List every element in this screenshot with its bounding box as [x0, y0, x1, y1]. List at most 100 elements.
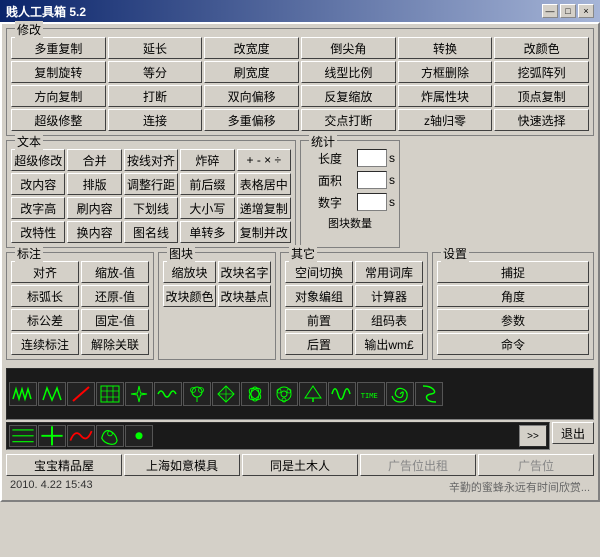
modify-btn-4[interactable]: 转换 — [398, 37, 493, 59]
text-btn-3[interactable]: 炸碎 — [180, 149, 234, 171]
toolbar-icon-11[interactable] — [328, 382, 356, 406]
text-btn-5[interactable]: 改内容 — [11, 173, 65, 195]
text-btn-11[interactable]: 刷内容 — [67, 197, 121, 219]
toolbar-icon-1[interactable] — [38, 382, 66, 406]
toolbar2-icon-3[interactable] — [96, 425, 124, 447]
toolbar-icon-12[interactable]: TIME — [357, 382, 385, 406]
toolbar-icon-0[interactable] — [9, 382, 37, 406]
toolbar-icon-7[interactable] — [212, 382, 240, 406]
modify-btn-11[interactable]: 挖弧阵列 — [494, 61, 589, 83]
mark-btn-5[interactable]: 固定-值 — [81, 309, 149, 331]
text-btn-17[interactable]: 图名线 — [124, 221, 178, 243]
bottom-bar-btn-3[interactable]: 广告位出租 — [360, 454, 476, 476]
modify-btn-5[interactable]: 改颜色 — [494, 37, 589, 59]
text-btn-19[interactable]: 复制并改 — [237, 221, 291, 243]
modify-btn-17[interactable]: 顶点复制 — [494, 85, 589, 107]
modify-btn-20[interactable]: 多重偏移 — [204, 109, 299, 131]
modify-btn-10[interactable]: 方框删除 — [398, 61, 493, 83]
toolbar2-icon-4[interactable] — [125, 425, 153, 447]
settings-btn-0[interactable]: 捕捉 — [437, 261, 589, 283]
other-btn-4[interactable]: 前置 — [285, 309, 353, 331]
toolbar-icon-9[interactable] — [270, 382, 298, 406]
maximize-button[interactable]: □ — [560, 4, 576, 18]
mark-btn-0[interactable]: 对齐 — [11, 261, 79, 283]
modify-btn-2[interactable]: 改宽度 — [204, 37, 299, 59]
modify-btn-14[interactable]: 双向偏移 — [204, 85, 299, 107]
text-btn-18[interactable]: 单转多 — [180, 221, 234, 243]
modify-btn-7[interactable]: 等分 — [108, 61, 203, 83]
toolbar-icon-5[interactable] — [154, 382, 182, 406]
bottom-bar-btn-2[interactable]: 同是土木人 — [242, 454, 358, 476]
mark-btn-4[interactable]: 标公差 — [11, 309, 79, 331]
text-btn-12[interactable]: 下划线 — [124, 197, 178, 219]
mark-btn-3[interactable]: 还原-值 — [81, 285, 149, 307]
toolbar-icon-6[interactable] — [183, 382, 211, 406]
stat-input-2[interactable] — [357, 193, 387, 211]
other-btn-2[interactable]: 对象编组 — [285, 285, 353, 307]
block-btn-0[interactable]: 缩放块 — [163, 261, 216, 283]
toolbar-forward-button[interactable]: >> — [519, 425, 547, 447]
bottom-bar-btn-1[interactable]: 上海如意模具 — [124, 454, 240, 476]
stat-input-0[interactable] — [357, 149, 387, 167]
toolbar-icon-10[interactable] — [299, 382, 327, 406]
toolbar-icon-2[interactable] — [67, 382, 95, 406]
modify-btn-15[interactable]: 反复缩放 — [301, 85, 396, 107]
modify-btn-16[interactable]: 炸属性块 — [398, 85, 493, 107]
text-btn-7[interactable]: 调整行距 — [124, 173, 178, 195]
text-btn-16[interactable]: 换内容 — [67, 221, 121, 243]
mark-btn-1[interactable]: 缩放-值 — [81, 261, 149, 283]
mark-btn-6[interactable]: 连续标注 — [11, 333, 79, 355]
modify-btn-6[interactable]: 复制旋转 — [11, 61, 106, 83]
toolbar-icon-3[interactable] — [96, 382, 124, 406]
mark-btn-7[interactable]: 解除关联 — [81, 333, 149, 355]
mark-btn-2[interactable]: 标弧长 — [11, 285, 79, 307]
other-btn-1[interactable]: 常用词库 — [355, 261, 423, 283]
exit-button[interactable]: 退出 — [552, 422, 594, 444]
other-btn-6[interactable]: 后置 — [285, 333, 353, 355]
text-btn-2[interactable]: 按线对齐 — [124, 149, 178, 171]
text-btn-15[interactable]: 改特性 — [11, 221, 65, 243]
other-btn-5[interactable]: 组码表 — [355, 309, 423, 331]
minimize-button[interactable]: — — [542, 4, 558, 18]
text-btn-13[interactable]: 大小写 — [180, 197, 234, 219]
text-btn-0[interactable]: 超级修改 — [11, 149, 65, 171]
toolbar2-icon-2[interactable] — [67, 425, 95, 447]
modify-btn-9[interactable]: 线型比例 — [301, 61, 396, 83]
modify-btn-18[interactable]: 超级修整 — [11, 109, 106, 131]
modify-btn-21[interactable]: 交点打断 — [301, 109, 396, 131]
text-btn-6[interactable]: 排版 — [67, 173, 121, 195]
toolbar2-icon-1[interactable] — [38, 425, 66, 447]
modify-btn-1[interactable]: 延长 — [108, 37, 203, 59]
settings-btn-3[interactable]: 命令 — [437, 333, 589, 355]
settings-btn-2[interactable]: 参数 — [437, 309, 589, 331]
text-btn-9[interactable]: 表格居中 — [237, 173, 291, 195]
stat-input-1[interactable] — [357, 171, 387, 189]
close-button[interactable]: × — [578, 4, 594, 18]
text-btn-8[interactable]: 前后缀 — [180, 173, 234, 195]
toolbar-icon-8[interactable] — [241, 382, 269, 406]
modify-btn-22[interactable]: z轴归零 — [398, 109, 493, 131]
modify-btn-3[interactable]: 倒尖角 — [301, 37, 396, 59]
modify-btn-12[interactable]: 方向复制 — [11, 85, 106, 107]
text-btn-10[interactable]: 改字高 — [11, 197, 65, 219]
other-btn-7[interactable]: 输出wm£ — [355, 333, 423, 355]
block-btn-2[interactable]: 改块颜色 — [163, 285, 216, 307]
other-btn-0[interactable]: 空间切换 — [285, 261, 353, 283]
modify-btn-19[interactable]: 连接 — [108, 109, 203, 131]
settings-btn-1[interactable]: 角度 — [437, 285, 589, 307]
modify-btn-8[interactable]: 刷宽度 — [204, 61, 299, 83]
toolbar-icon-14[interactable] — [415, 382, 443, 406]
toolbar2-icon-0[interactable] — [9, 425, 37, 447]
block-btn-1[interactable]: 改块名字 — [218, 261, 271, 283]
text-btn-4[interactable]: + - × ÷ — [237, 149, 291, 171]
modify-btn-0[interactable]: 多重复制 — [11, 37, 106, 59]
bottom-bar-btn-0[interactable]: 宝宝精品屋 — [6, 454, 122, 476]
modify-btn-23[interactable]: 快速选择 — [494, 109, 589, 131]
block-btn-3[interactable]: 改块基点 — [218, 285, 271, 307]
toolbar-icon-4[interactable] — [125, 382, 153, 406]
text-btn-1[interactable]: 合并 — [67, 149, 121, 171]
toolbar-icon-13[interactable] — [386, 382, 414, 406]
text-btn-14[interactable]: 递增复制 — [237, 197, 291, 219]
modify-btn-13[interactable]: 打断 — [108, 85, 203, 107]
other-btn-3[interactable]: 计算器 — [355, 285, 423, 307]
